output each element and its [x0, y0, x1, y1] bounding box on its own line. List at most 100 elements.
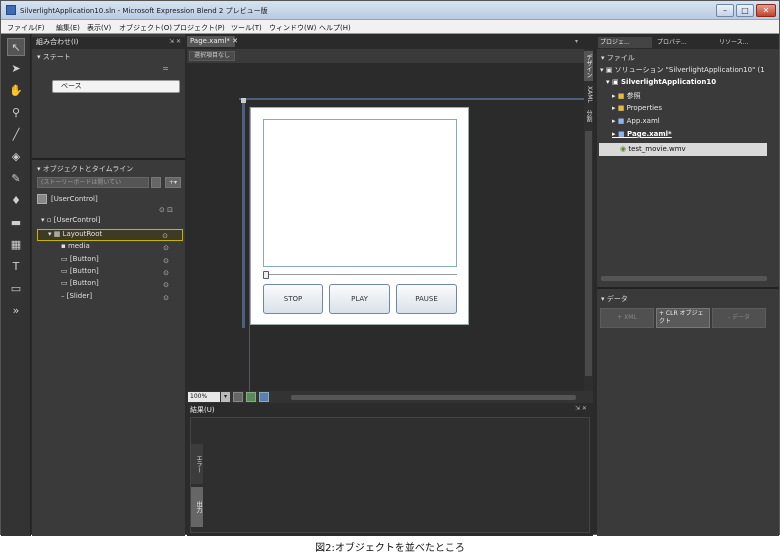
timeline-section[interactable]: ▾ オブジェクトとタイムライン [37, 164, 133, 174]
states-header: ステート [42, 53, 71, 61]
figure-caption: 図2:オブジェクトを並べたところ [315, 543, 465, 554]
file-row-test-movie[interactable]: ◉ test_movie.wmv [599, 143, 767, 156]
menu-edit[interactable]: 編集(E) [56, 23, 80, 33]
tab-resources[interactable]: リソース... [719, 37, 775, 48]
tab-design[interactable]: デザイン [584, 51, 593, 81]
tree-row-button-3[interactable]: ▭ [Button] ⊙ [37, 279, 183, 291]
files-horizontal-scrollbar[interactable] [601, 276, 767, 281]
menu-file[interactable]: ファイル(F) [7, 23, 45, 33]
direct-select-icon[interactable]: ↖ [7, 38, 25, 56]
tree-row-slider[interactable]: – [Slider] ⊙ [37, 292, 183, 304]
pen-icon[interactable]: ✎ [7, 170, 25, 188]
tab-output[interactable]: 出力 [191, 487, 203, 527]
vertical-scrollbar[interactable] [585, 131, 592, 376]
tree-label: LayoutRoot [62, 230, 103, 238]
paint-bucket-icon[interactable]: ◈ [7, 148, 25, 166]
file-row-references[interactable]: ▸ ■ 参照 [612, 91, 770, 102]
zoom-dropdown-icon[interactable]: ▾ [221, 392, 230, 402]
app-icon [6, 5, 16, 15]
snap-lines-icon[interactable] [259, 392, 269, 402]
states-section[interactable]: ▾ ステート [37, 52, 71, 62]
remove-data-button[interactable]: - データ [712, 308, 766, 328]
asset-library-icon[interactable]: » [7, 302, 25, 320]
menu-view[interactable]: 表示(V) [87, 23, 111, 33]
eye-icon[interactable]: ⊙ [163, 244, 169, 252]
new-storyboard-button[interactable]: +▾ [165, 177, 181, 188]
data-section[interactable]: ▾ データ [601, 294, 628, 304]
grid-ruler-left [242, 98, 245, 328]
eye-icon[interactable]: ⊙ [162, 232, 168, 240]
pan-hand-icon[interactable]: ✋ [7, 82, 25, 100]
tab-errors[interactable]: エラー [191, 444, 203, 484]
tree-label: [Button] [69, 279, 99, 287]
files-section[interactable]: ▾ ファイル [601, 53, 635, 63]
menu-window[interactable]: ウィンドウ(W) [269, 23, 316, 33]
file-row-properties[interactable]: ▸ ■ Properties [612, 104, 770, 115]
scope-up-icon[interactable] [37, 194, 47, 204]
menu-object[interactable]: オブジェクト(O) [119, 23, 172, 33]
slider[interactable] [263, 271, 457, 279]
title-bar: SilverlightApplication10.sln - Microsoft… [1, 1, 779, 20]
eye-icon[interactable]: ⊙ [163, 294, 169, 302]
select-icon[interactable]: ➤ [7, 60, 25, 78]
timeline-header: オブジェクトとタイムライン [42, 165, 134, 173]
eye-icon[interactable]: ⊙ [163, 257, 169, 265]
file-row-project[interactable]: ▾ ▣ SilverlightApplication10 [606, 78, 770, 89]
eye-icon[interactable]: ⊙ [163, 281, 169, 289]
tree-row-button-1[interactable]: ▭ [Button] ⊙ [37, 255, 183, 267]
pause-button[interactable]: PAUSE [396, 284, 457, 314]
add-state-group-icon[interactable]: ≍ [162, 64, 169, 73]
media-element[interactable] [263, 119, 457, 267]
layoutroot-corner-handle[interactable] [241, 98, 246, 103]
rectangle-icon[interactable]: ▬ [7, 214, 25, 232]
play-button[interactable]: PLAY [329, 284, 390, 314]
media-file-icon: ◉ [620, 145, 627, 153]
breadcrumb[interactable]: 選択項目なし [189, 51, 236, 61]
show-grid-icon[interactable] [233, 392, 243, 402]
data-header: データ [606, 295, 628, 303]
zoom-icon[interactable]: ⚲ [7, 104, 25, 122]
menu-project[interactable]: プロジェクト(P) [173, 23, 225, 33]
menu-tools[interactable]: ツール(T) [231, 23, 262, 33]
tab-project[interactable]: プロジェ... [598, 37, 652, 48]
visibility-lock-icons[interactable]: ⊙ ⊡ [159, 206, 173, 214]
close-button[interactable]: ✕ [756, 4, 776, 17]
menu-help[interactable]: ヘルプ(H) [319, 23, 351, 33]
eyedropper-icon[interactable]: ╱ [7, 126, 25, 144]
maximize-button[interactable]: □ [736, 4, 754, 17]
file-row-page-xaml[interactable]: ▸ ■ Page.xaml* [612, 130, 770, 141]
eye-icon[interactable]: ⊙ [163, 269, 169, 277]
tree-row-media[interactable]: ▪ media ⊙ [37, 242, 183, 254]
xaml-file-icon: ■ [617, 130, 625, 138]
slider-thumb[interactable] [263, 271, 269, 279]
file-label: ソリューション "SilverlightApplication10" (1 [614, 66, 765, 74]
results-pin-close-icon[interactable]: ⇲ ✕ [575, 405, 587, 412]
brush-icon[interactable]: ♦ [7, 192, 25, 210]
snap-grid-icon[interactable] [246, 392, 256, 402]
file-row-app-xaml[interactable]: ▸ ■ App.xaml [612, 117, 770, 128]
horizontal-scrollbar[interactable] [291, 395, 576, 400]
file-label: App.xaml [626, 117, 660, 125]
storyboard-picker[interactable]: (ストーリーボードは開いてい [37, 177, 149, 188]
grid-layout-icon[interactable]: ▦ [7, 236, 25, 254]
file-row-solution[interactable]: ▾ ▣ ソリューション "SilverlightApplication10" (… [600, 65, 770, 76]
base-state-item[interactable]: ベース [52, 80, 180, 93]
tab-list-icon[interactable]: ▾ [575, 38, 578, 45]
tree-label: media [67, 242, 90, 250]
tab-split[interactable]: 分割 [584, 107, 593, 125]
add-xml-button[interactable]: + XML [600, 308, 654, 328]
add-clr-object-button[interactable]: + CLR オブジェクト [656, 308, 710, 328]
tree-row-layoutroot[interactable]: ▾ ▦ LayoutRoot ⊙ [37, 229, 183, 241]
control-icon[interactable]: ▭ [7, 280, 25, 298]
stop-button[interactable]: STOP [263, 284, 323, 314]
zoom-level-field[interactable]: 100% [188, 392, 220, 402]
tree-row-usercontrol[interactable]: ▾ ▫ [UserControl] [37, 216, 183, 228]
tab-properties[interactable]: プロパテ... [657, 37, 713, 48]
tree-row-button-2[interactable]: ▭ [Button] ⊙ [37, 267, 183, 279]
minimize-button[interactable]: – [716, 4, 734, 17]
text-icon[interactable]: T [7, 258, 25, 276]
tab-page-xaml[interactable]: Page.xaml* ✕ [187, 36, 238, 47]
tab-xaml[interactable]: XAML [584, 83, 593, 105]
storyboard-close-button[interactable] [151, 177, 161, 188]
panel-pin-close-icon[interactable]: ⇲ ✕ [169, 38, 181, 45]
